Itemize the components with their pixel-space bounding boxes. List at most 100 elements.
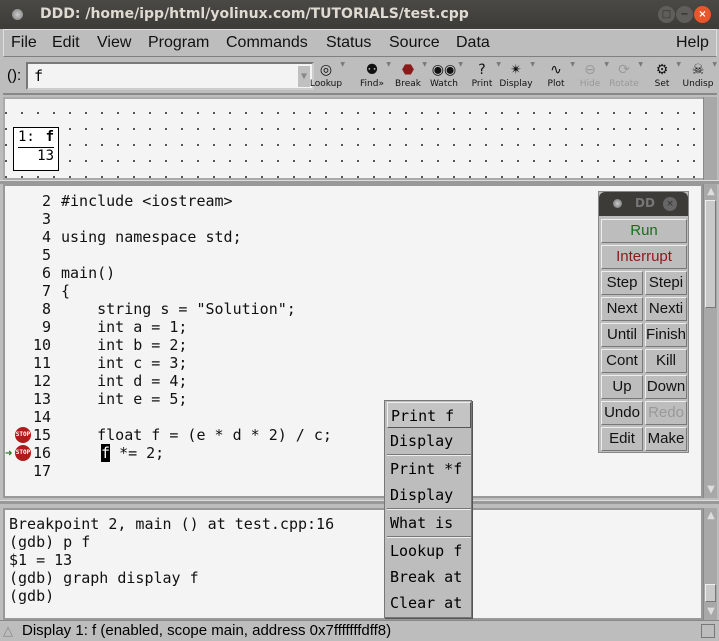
source-scroll-thumb[interactable] [705, 200, 716, 308]
menu-bar: File Edit View Program Commands Status S… [3, 29, 717, 57]
source-code: int d = 4; [61, 372, 188, 390]
question-icon: ? [478, 62, 486, 78]
menu-source[interactable]: Source [389, 34, 440, 52]
menu-view[interactable]: View [97, 34, 131, 52]
command-tool-titlebar[interactable]: DD × [599, 192, 688, 216]
scroll-down-icon[interactable]: ▼ [705, 606, 717, 618]
toolbar-find-button[interactable]: ⚉ Find» ▼ [353, 61, 391, 93]
popup-item-print-f[interactable]: Print f [387, 402, 471, 428]
menu-file[interactable]: File [11, 34, 37, 52]
toolbar-undisp-button[interactable]: ☠ Undisp ▼ [679, 61, 717, 93]
popup-item-display[interactable]: Display [387, 428, 471, 454]
window-menu-icon[interactable] [12, 9, 23, 20]
line-number: 8 [41, 300, 51, 318]
source-code: float f = (e * d * 2) / c; [61, 426, 332, 444]
run-button[interactable]: Run [601, 219, 687, 243]
line-number: 5 [41, 246, 51, 264]
toolbar-set-button[interactable]: ⚙ Set ▼ [643, 61, 681, 93]
source-scrollbar[interactable]: ▲ ▼ [703, 184, 717, 498]
popup-item-break-at[interactable]: Break at [387, 564, 471, 590]
console-scroll-thumb[interactable] [705, 584, 716, 602]
resize-grip-icon[interactable] [701, 624, 715, 638]
argument-input[interactable]: f ▼ [26, 62, 314, 90]
window-menu-icon[interactable] [613, 199, 622, 208]
source-line[interactable]: 2 #include <iostream> [5, 192, 565, 210]
undo-button[interactable]: Undo [601, 401, 643, 425]
menu-edit[interactable]: Edit [52, 34, 80, 52]
nexti-button[interactable]: Nexti [645, 297, 687, 321]
minimize-button[interactable]: − [676, 6, 693, 23]
popup-item-print-f[interactable]: Print *f [387, 456, 471, 482]
popup-item-what-is[interactable]: What is [387, 510, 471, 536]
close-button[interactable]: × [694, 6, 711, 23]
source-line[interactable]: 4 using namespace std; [5, 228, 565, 246]
kill-button[interactable]: Kill [645, 349, 687, 373]
title-bar: DDD: /home/ipp/html/yolinux.com/TUTORIAL… [0, 0, 719, 29]
next-button[interactable]: Next [601, 297, 643, 321]
edit-button[interactable]: Edit [601, 427, 643, 451]
toolbar-break-button[interactable]: ⬣ Break ▼ [389, 61, 427, 93]
source-line[interactable]: 8 string s = "Solution"; [5, 300, 565, 318]
menu-data[interactable]: Data [456, 34, 490, 52]
up-button[interactable]: Up [601, 375, 643, 399]
toolbar-print-button[interactable]: ? Print ▼ [463, 61, 501, 93]
toolbar-button-label: Lookup [309, 79, 343, 89]
binoculars-icon: ⚉ [365, 62, 379, 78]
close-icon[interactable]: × [663, 197, 677, 211]
console-line: (gdb) graph display f [9, 569, 199, 587]
popup-item-clear-at[interactable]: Clear at [387, 590, 471, 616]
toolbar-display-button[interactable]: ✴ Display ▼ [497, 61, 535, 93]
source-line[interactable]: STOP 15 float f = (e * d * 2) / c; [5, 426, 565, 444]
toolbar-watch-button[interactable]: ◉◉ Watch ▼ [425, 61, 463, 93]
scroll-down-icon[interactable]: ▼ [705, 484, 717, 496]
toolbar-button-label: Display [499, 79, 533, 89]
console-scrollbar[interactable]: ▲ ▼ [703, 508, 717, 620]
source-line[interactable]: 17 [5, 462, 565, 480]
source-line[interactable]: 5 [5, 246, 565, 264]
source-line[interactable]: 9 int a = 1; [5, 318, 565, 336]
popup-item-display[interactable]: Display [387, 482, 471, 508]
menu-separator [387, 454, 471, 456]
argument-value: f [34, 67, 44, 85]
scroll-up-icon[interactable]: ▲ [705, 510, 717, 522]
graph-scrollbar[interactable] [703, 97, 717, 180]
toolbar-hide-button[interactable]: ⊖ Hide ▼ [571, 61, 609, 93]
menu-help[interactable]: Help [676, 34, 709, 52]
menu-status[interactable]: Status [326, 34, 371, 52]
down-button[interactable]: Down [645, 375, 687, 399]
interrupt-button[interactable]: Interrupt [601, 245, 687, 269]
popup-item-lookup-f[interactable]: Lookup f [387, 538, 471, 564]
source-line[interactable]: ➜ STOP 16 f *= 2; [5, 444, 565, 462]
finish-button[interactable]: Finish [645, 323, 687, 347]
toolbar-rotate-button[interactable]: ⟳ Rotate ▼ [605, 61, 643, 93]
source-line[interactable]: 14 [5, 408, 565, 426]
line-number: 16 [32, 444, 51, 462]
status-toggle-icon[interactable]: △ [3, 621, 13, 641]
source-line[interactable]: 13 int e = 5; [5, 390, 565, 408]
until-button[interactable]: Until [601, 323, 643, 347]
source-line[interactable]: 11 int c = 3; [5, 354, 565, 372]
display-node-f[interactable]: 1: f 13 [13, 127, 59, 171]
source-line[interactable]: 10 int b = 2; [5, 336, 565, 354]
cont-button[interactable]: Cont [601, 349, 643, 373]
node-value: 13 [37, 148, 54, 164]
text-cursor: f [101, 444, 111, 462]
stepi-button[interactable]: Stepi [645, 271, 687, 295]
line-number: 4 [41, 228, 51, 246]
menu-commands[interactable]: Commands [226, 34, 308, 52]
maximize-button[interactable]: □ [658, 6, 675, 23]
source-line[interactable]: 3 [5, 210, 565, 228]
source-line[interactable]: 6 main() [5, 264, 565, 282]
menu-program[interactable]: Program [148, 34, 209, 52]
toolbar-plot-button[interactable]: ∿ Plot ▼ [537, 61, 575, 93]
toolbar-lookup-button[interactable]: ◎ Lookup ▼ [307, 61, 345, 93]
scroll-up-icon[interactable]: ▲ [705, 186, 717, 198]
pane-sash-2[interactable] [0, 500, 719, 504]
source-line[interactable]: 7{ [5, 282, 565, 300]
gdb-console[interactable]: Breakpoint 2, main () at test.cpp:16 (gdb… [3, 508, 703, 620]
source-line[interactable]: 12 int d = 4; [5, 372, 565, 390]
data-graph-panel[interactable]: 1: f 13 [3, 97, 717, 180]
redo-button[interactable]: Redo [645, 401, 687, 425]
step-button[interactable]: Step [601, 271, 643, 295]
make-button[interactable]: Make [645, 427, 687, 451]
